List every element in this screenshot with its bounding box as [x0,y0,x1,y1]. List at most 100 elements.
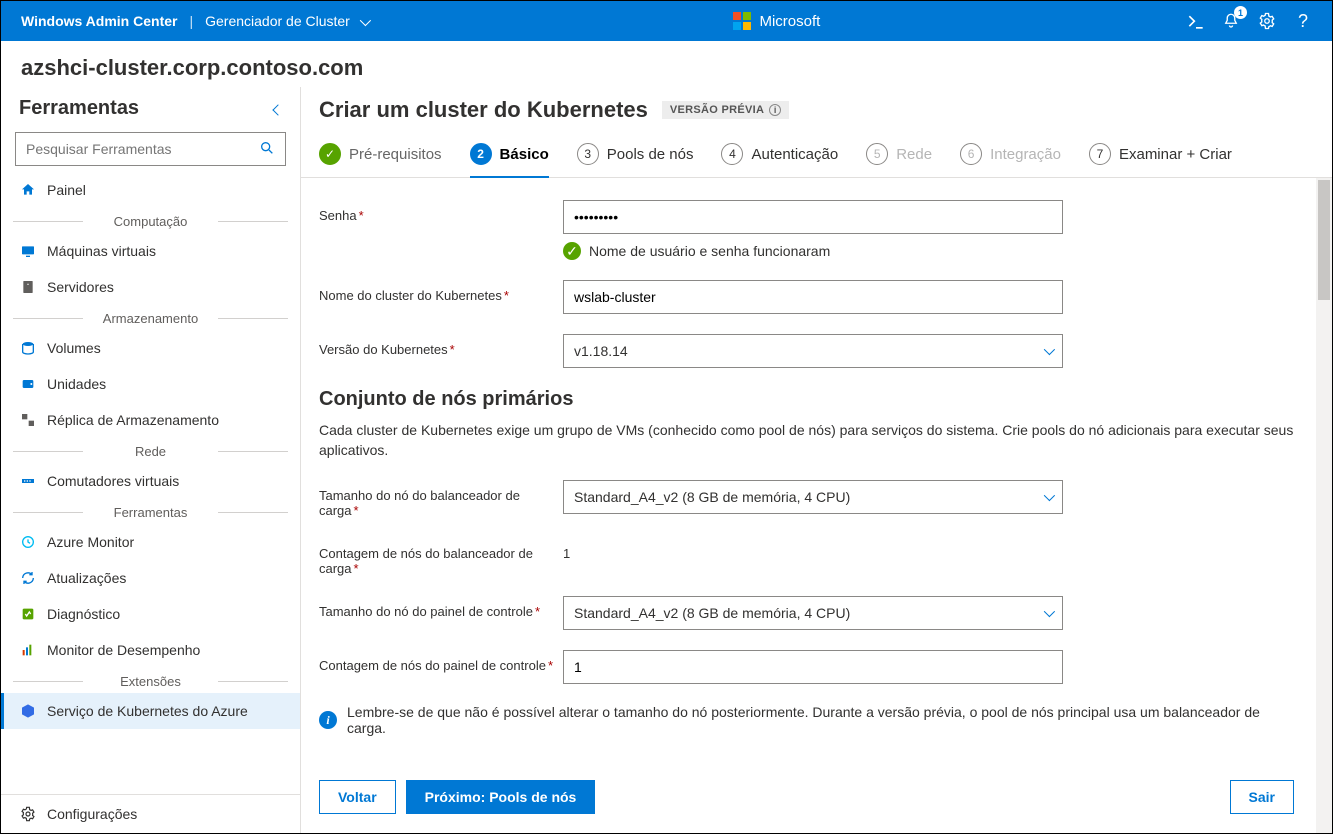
sidebar-item-servidores[interactable]: Servidores [1,269,300,305]
sidebar-group-computacao: Computação [1,208,300,233]
input-senha[interactable] [563,200,1063,234]
sidebar-item-monitor-desempenho[interactable]: Monitor de Desempenho [1,632,300,668]
search-icon [259,140,275,159]
help-icon[interactable]: ? [1294,12,1312,30]
label-cluster-name: Nome do cluster do Kubernetes [319,288,502,303]
breadcrumb-divider: | [189,13,193,29]
sidebar-item-label: Comutadores virtuais [47,473,179,489]
sidebar-item-label: Unidades [47,376,106,392]
info-icon: i [319,711,337,729]
tools-sidebar: Ferramentas Painel Computação [1,87,301,833]
tools-search[interactable] [15,132,286,166]
sidebar-item-unidades[interactable]: Unidades [1,366,300,402]
sidebar-group-armazenamento: Armazenamento [1,305,300,330]
info-message: i Lembre-se de que não é possível altera… [319,704,1294,736]
success-check-icon: ✓ [563,242,581,260]
step-rede[interactable]: 5Rede [866,135,932,177]
step-pools[interactable]: 3Pools de nós [577,135,694,177]
sidebar-item-aks[interactable]: Serviço de Kubernetes do Azure [1,693,300,729]
sidebar-item-label: Volumes [47,340,101,356]
gear-icon [19,805,37,823]
wizard-footer: Voltar Próximo: Pools de nós Sair [301,772,1328,832]
label-cp-count: Contagem de nós do painel de controle [319,658,546,673]
sidebar-item-maquinas-virtuais[interactable]: Máquinas virtuais [1,233,300,269]
input-cluster-name[interactable] [563,280,1063,314]
brand-label: Microsoft [759,13,820,30]
sidebar-item-label: Azure Monitor [47,534,134,550]
next-button[interactable]: Próximo: Pools de nós [406,780,596,814]
home-icon [19,181,37,199]
azure-monitor-icon [19,533,37,551]
step-prerequisitos[interactable]: ✓Pré-requisitos [319,135,442,177]
sidebar-group-rede: Rede [1,438,300,463]
primary-pool-description: Cada cluster de Kubernetes exige um grup… [319,421,1294,460]
server-icon [19,278,37,296]
exit-button[interactable]: Sair [1230,780,1294,814]
preview-badge: VERSÃO PRÉVIA i [662,101,789,119]
sidebar-item-label: Configurações [47,806,137,822]
value-lb-count: 1 [563,546,570,561]
step-autenticacao[interactable]: 4Autenticação [721,135,838,177]
collapse-sidebar-button[interactable] [274,97,282,120]
credentials-ok-message: ✓ Nome de usuário e senha funcionaram [563,242,1063,260]
wizard-steps: ✓Pré-requisitos 2Básico 3Pools de nós 4A… [301,135,1332,178]
step-integracao[interactable]: 6Integração [960,135,1061,177]
content-area: Criar um cluster do Kubernetes VERSÃO PR… [301,87,1332,833]
label-lb-count: Contagem de nós do balanceador de carga [319,546,533,576]
select-lb-size[interactable]: Standard_A4_v2 (8 GB de memória, 4 CPU) [563,480,1063,514]
back-button[interactable]: Voltar [319,780,396,814]
sidebar-item-configuracoes[interactable]: Configurações [1,794,300,833]
page-title: Criar um cluster do Kubernetes [319,97,648,123]
select-kube-version[interactable]: v1.18.14 [563,334,1063,368]
label-kube-version: Versão do Kubernetes [319,342,448,357]
sidebar-item-comutadores[interactable]: Comutadores virtuais [1,463,300,499]
microsoft-logo-icon [733,12,751,30]
sidebar-item-painel[interactable]: Painel [1,172,300,208]
sidebar-item-label: Servidores [47,279,114,295]
notifications-icon[interactable]: 1 [1222,12,1240,30]
tools-title: Ferramentas [19,97,139,120]
tools-search-input[interactable] [26,141,259,157]
switch-icon [19,472,37,490]
check-icon: ✓ [319,143,341,165]
sidebar-item-volumes[interactable]: Volumes [1,330,300,366]
diagnostics-icon [19,605,37,623]
sidebar-item-azure-monitor[interactable]: Azure Monitor [1,524,300,560]
replica-icon [19,411,37,429]
notification-badge: 1 [1234,6,1247,19]
step-examinar[interactable]: 7Examinar + Criar [1089,135,1232,177]
chevron-down-icon [1044,606,1055,617]
chevron-down-icon [1044,344,1055,355]
input-cp-count[interactable] [563,650,1063,684]
scrollbar[interactable] [1316,178,1332,833]
sidebar-item-label: Atualizações [47,570,126,586]
sidebar-item-label: Painel [47,182,86,198]
cluster-host-title: azshci-cluster.corp.contoso.com [1,41,1332,87]
top-bar: Windows Admin Center | Gerenciador de Cl… [1,1,1332,41]
sidebar-item-diagnostico[interactable]: Diagnóstico [1,596,300,632]
label-senha: Senha [319,208,357,223]
sidebar-item-replica[interactable]: Réplica de Armazenamento [1,402,300,438]
app-name[interactable]: Windows Admin Center [21,13,177,29]
sidebar-group-ferramentas: Ferramentas [1,499,300,524]
sidebar-item-label: Réplica de Armazenamento [47,412,219,428]
sidebar-item-atualizacoes[interactable]: Atualizações [1,560,300,596]
chevron-down-icon [1044,490,1055,501]
sidebar-item-label: Máquinas virtuais [47,243,156,259]
select-cp-size[interactable]: Standard_A4_v2 (8 GB de memória, 4 CPU) [563,596,1063,630]
sidebar-item-label: Diagnóstico [47,606,120,622]
info-icon: i [769,104,781,116]
updates-icon [19,569,37,587]
settings-icon[interactable] [1258,12,1276,30]
step-basico[interactable]: 2Básico [470,135,549,177]
drive-icon [19,375,37,393]
performance-icon [19,641,37,659]
sidebar-item-label: Monitor de Desempenho [47,642,200,658]
vm-icon [19,242,37,260]
volumes-icon [19,339,37,357]
label-cp-size: Tamanho do nó do painel de controle [319,604,533,619]
sidebar-item-label: Serviço de Kubernetes do Azure [47,703,248,719]
breadcrumb-cluster-manager[interactable]: Gerenciador de Cluster [205,13,368,29]
sidebar-group-extensoes: Extensões [1,668,300,693]
powershell-icon[interactable] [1186,12,1204,30]
